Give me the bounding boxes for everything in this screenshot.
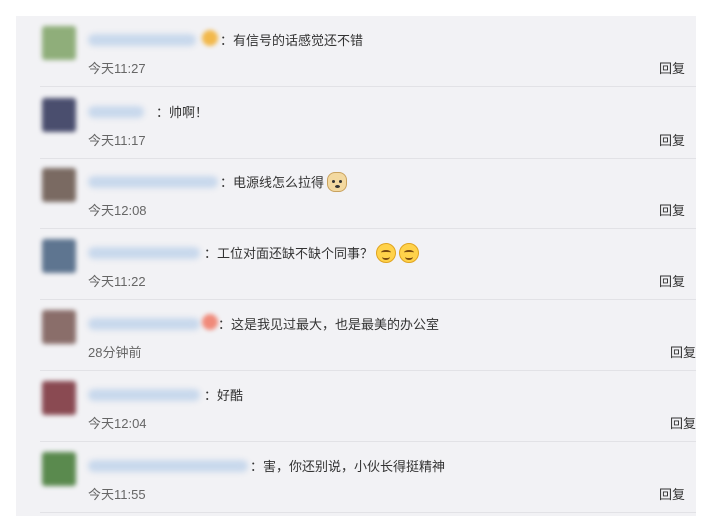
comment-text: ：工位对面还缺不缺个同事？ [204,246,374,261]
comment-time: 今天11:27 [88,61,146,76]
comment-list: blurred-username ：有信号的话感觉还不错 今天11:27 回复 … [16,16,696,516]
comment-text: ：电源线怎么拉得 [220,175,325,190]
comment-time: 今天11:17 [88,133,146,148]
comment-text: ：帅啊！ [156,105,209,120]
comment-text-wrap: ：工位对面还缺不缺个同事？ [204,243,420,263]
comment-text: ：好酷 [204,388,244,403]
avatar[interactable] [42,239,76,273]
reply-button[interactable]: 回复 [670,342,696,361]
name-emoji-icon [202,30,218,46]
avatar[interactable] [42,98,76,132]
comment-item: blurred-username ：帅啊！ 今天11:17 回复 [40,88,696,159]
comment-time: 今天12:08 [88,203,147,218]
smiley-emoji-icon [399,243,420,263]
reply-button[interactable]: 回复 [659,484,685,503]
username[interactable]: blurred-username [88,318,200,330]
comment-time: 今天11:55 [88,487,146,502]
reply-button[interactable]: 回复 [659,271,685,290]
avatar[interactable] [42,26,76,60]
username[interactable]: blurred-username [88,176,218,188]
comment-item: blurred-username ：好酷 今天12:04 回复 [40,371,696,442]
comment-text: ：这是我见过最大，也是最美的办公室 [218,317,440,332]
comment-time: 28分钟前 [88,345,142,360]
comment-text: ：害，你还别说，小伙长得挺精神 [250,459,446,474]
comment-text: ：有信号的话感觉还不错 [220,33,364,48]
avatar[interactable] [42,310,76,344]
comment-text-wrap: ：电源线怎么拉得 [220,172,348,192]
comment-time: 今天11:22 [88,274,146,289]
username[interactable]: blurred-username [88,34,196,46]
username[interactable]: blurred-username [88,460,248,472]
comment-item: blurred-username ：这是我见过最大，也是最美的办公室 28分钟前… [40,300,696,371]
comment-item: blurred-username ：电源线怎么拉得 今天12:08 回复 [40,158,696,229]
username[interactable]: blurred-username [88,247,200,259]
reply-button[interactable]: 回复 [659,130,685,149]
reply-button[interactable]: 回复 [659,200,685,219]
avatar[interactable] [42,381,76,415]
username[interactable]: blurred-username [88,389,200,401]
avatar[interactable] [42,452,76,486]
comment-time: 今天12:04 [88,416,147,431]
doge-emoji-icon [327,172,348,192]
username[interactable]: blurred-username [88,106,144,118]
name-emoji-icon [202,314,218,330]
reply-button[interactable]: 回复 [670,413,696,432]
reply-button[interactable]: 回复 [659,58,685,77]
avatar[interactable] [42,168,76,202]
comment-item: blurred-username ：工位对面还缺不缺个同事？ 今天11:22 回… [40,229,696,300]
comment-item: blurred-username ：有信号的话感觉还不错 今天11:27 回复 [40,16,696,87]
smiley-emoji-icon [376,243,397,263]
comment-item: blurred-username ：害，你还别说，小伙长得挺精神 今天11:55… [40,442,696,513]
